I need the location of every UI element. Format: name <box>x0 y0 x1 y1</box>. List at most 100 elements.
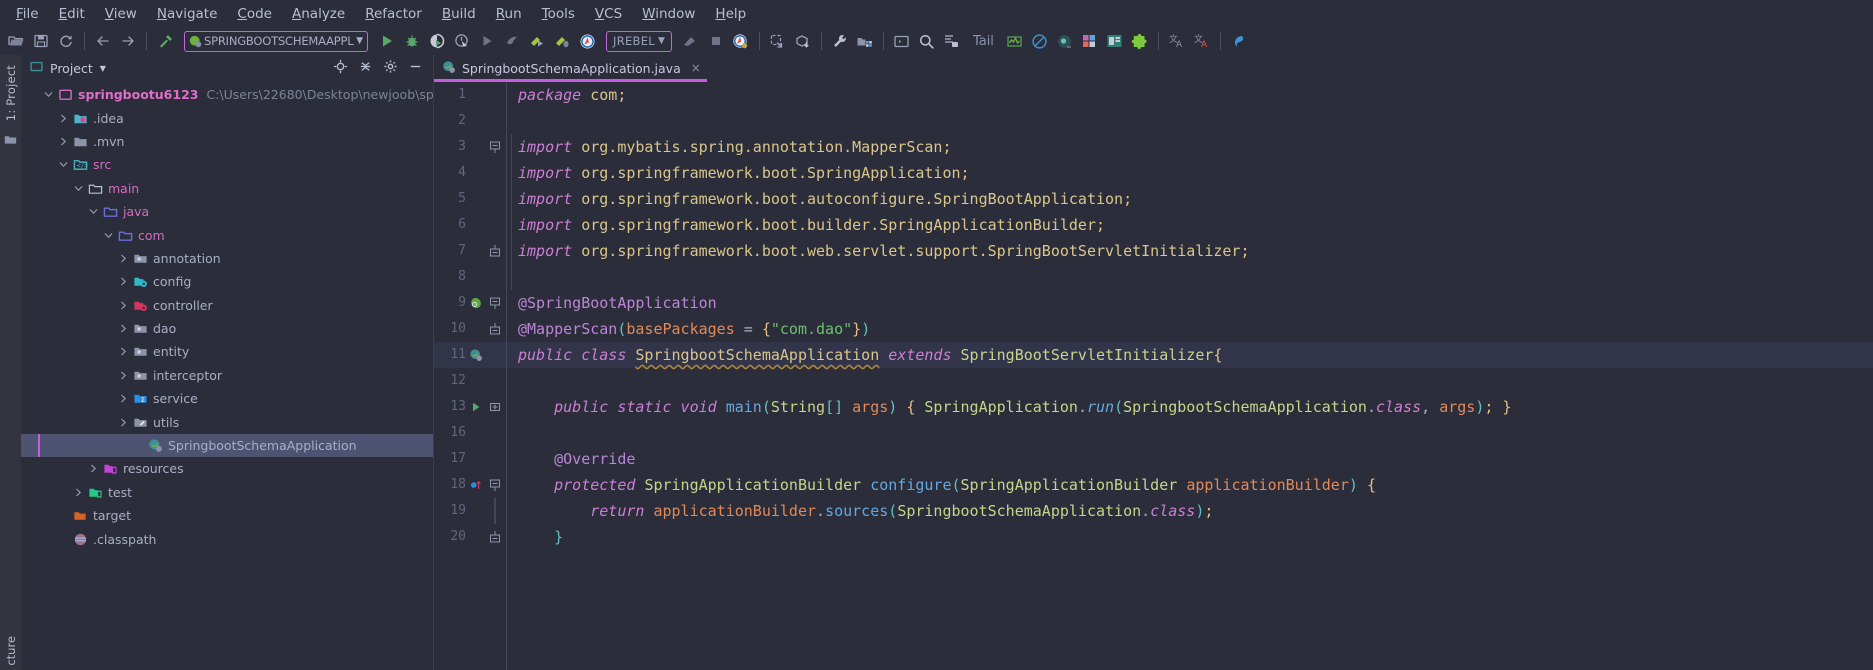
forward-arrow-icon[interactable] <box>116 29 140 53</box>
chevron-down-icon[interactable] <box>88 206 99 217</box>
project-tree[interactable]: springbootu6123 C:\Users\22680\Desktop\ne… <box>21 81 433 670</box>
translate-alt-icon[interactable]: 文A <box>1190 29 1214 53</box>
chevron-right-icon[interactable] <box>118 417 129 428</box>
chevron-right-icon[interactable] <box>118 393 129 404</box>
code-line[interactable]: import org.springframework.boot.web.serv… <box>506 238 1873 264</box>
hide-icon[interactable] <box>408 59 423 78</box>
gutter-line[interactable]: 9 <box>434 290 506 316</box>
tree-node-annotation[interactable]: annotation <box>21 247 433 270</box>
fold-toggle-icon[interactable] <box>488 140 502 154</box>
chevron-down-icon[interactable] <box>43 89 54 100</box>
tree-node--mvn[interactable]: .mvn <box>21 130 433 153</box>
tree-node-springbootschemaapplication[interactable]: SpringbootSchemaApplication <box>21 433 433 458</box>
editor-code[interactable]: package com; import org.mybatis.spring.an… <box>506 82 1873 670</box>
tree-node-config[interactable]: config <box>21 270 433 293</box>
tree-node-service[interactable]: Σservice <box>21 387 433 410</box>
diagram-icon[interactable] <box>1103 29 1127 53</box>
code-line[interactable]: @MapperScan(basePackages = {"com.dao"}) <box>506 316 1873 342</box>
tree-node-java[interactable]: java <box>21 200 433 223</box>
tail-label[interactable]: Tail <box>965 34 1002 49</box>
gutter-line[interactable]: 16 <box>434 420 506 446</box>
gear-icon[interactable] <box>383 59 398 78</box>
spring-run-gutter-icon[interactable] <box>466 348 486 362</box>
code-line[interactable]: protected SpringApplicationBuilder confi… <box>506 472 1873 498</box>
no-entry-icon[interactable] <box>1028 29 1052 53</box>
tree-node-springbootu6123[interactable]: springbootu6123 C:\Users\22680\Desktop\ne… <box>21 83 433 106</box>
tool-window-button-structure[interactable]: cture <box>4 636 18 666</box>
menu-item-tools[interactable]: Tools <box>532 3 585 25</box>
rerun-icon[interactable] <box>475 29 499 53</box>
tree-node-main[interactable]: main <box>21 177 433 200</box>
jrebel-run-icon[interactable] <box>525 29 549 53</box>
commit-icon[interactable] <box>791 29 815 53</box>
code-line[interactable]: public static void main(String[] args) {… <box>506 394 1873 420</box>
chart-icon[interactable] <box>1003 29 1027 53</box>
profile-icon[interactable] <box>450 29 474 53</box>
chevron-right-icon[interactable] <box>118 323 129 334</box>
menu-item-run[interactable]: Run <box>486 3 532 25</box>
project-structure-icon[interactable] <box>853 29 877 53</box>
gutter-line[interactable]: 18 <box>434 472 506 498</box>
gutter-line[interactable]: 2 <box>434 108 506 134</box>
tree-node-controller[interactable]: controller <box>21 294 433 317</box>
tool-window-button-project[interactable]: 1: Project <box>4 65 18 121</box>
chevron-right-icon[interactable] <box>118 300 129 311</box>
code-line[interactable] <box>506 420 1873 446</box>
tree-node-dao[interactable]: dao <box>21 317 433 340</box>
chevron-right-icon[interactable] <box>118 253 129 264</box>
menu-item-navigate[interactable]: Navigate <box>147 3 228 25</box>
jrebel-debug-icon[interactable] <box>550 29 574 53</box>
chevron-right-icon[interactable] <box>118 346 129 357</box>
code-editor[interactable]: 1 2 3 4 5 6 7 8 9 10 11 12 13 16 17 18 19 20 package com;… <box>434 82 1873 670</box>
fold-toggle-icon[interactable] <box>488 400 502 414</box>
tree-node--idea[interactable]: .idea <box>21 106 433 129</box>
gutter-line[interactable]: 3 <box>434 134 506 160</box>
chevron-right-icon[interactable] <box>118 276 129 287</box>
build-hammer-icon[interactable] <box>153 29 177 53</box>
menu-item-window[interactable]: Window <box>632 3 705 25</box>
code-line[interactable] <box>506 108 1873 134</box>
code-line[interactable]: package com; <box>506 82 1873 108</box>
menu-item-code[interactable]: Code <box>227 3 282 25</box>
jrebel-selector[interactable]: JREBEL ▼ <box>606 30 672 52</box>
menu-item-help[interactable]: Help <box>705 3 756 25</box>
menu-item-view[interactable]: View <box>95 3 147 25</box>
code-line[interactable]: import org.springframework.boot.autoconf… <box>506 186 1873 212</box>
menu-item-refactor[interactable]: Refactor <box>355 3 432 25</box>
code-line[interactable]: @SpringBootApplication <box>506 290 1873 316</box>
tree-node-entity[interactable]: entity <box>21 340 433 363</box>
tree-node-interceptor[interactable]: interceptor <box>21 364 433 387</box>
gutter-line[interactable]: 1 <box>434 82 506 108</box>
fold-toggle-icon[interactable] <box>488 296 502 310</box>
gutter-line[interactable]: 17 <box>434 446 506 472</box>
chevron-down-icon[interactable] <box>73 183 84 194</box>
run-gutter-icon[interactable] <box>466 401 486 413</box>
run-with-coverage-icon[interactable] <box>425 29 449 53</box>
gutter-line[interactable]: 4 <box>434 160 506 186</box>
chevron-right-icon[interactable] <box>58 113 69 124</box>
update-app-icon[interactable] <box>575 29 599 53</box>
jrebel-monitor-icon[interactable] <box>729 29 753 53</box>
save-all-icon[interactable] <box>29 29 53 53</box>
collapse-all-icon[interactable] <box>358 59 373 78</box>
menu-item-edit[interactable]: Edit <box>49 3 95 25</box>
gutter-line[interactable]: 5 <box>434 186 506 212</box>
menu-item-vcs[interactable]: VCS <box>585 3 632 25</box>
coverage-icon[interactable] <box>1053 29 1077 53</box>
code-line[interactable] <box>506 368 1873 394</box>
menu-item-analyze[interactable]: Analyze <box>282 3 355 25</box>
code-line[interactable]: public class SpringbootSchemaApplication… <box>506 342 1873 368</box>
fold-toggle-icon[interactable] <box>488 244 502 258</box>
gutter-line[interactable]: 12 <box>434 368 506 394</box>
chevron-right-icon[interactable] <box>118 370 129 381</box>
editor-gutter[interactable]: 1 2 3 4 5 6 7 8 9 10 11 12 13 16 17 18 19 20 <box>434 82 506 670</box>
menu-item-build[interactable]: Build <box>432 3 486 25</box>
editor-tab[interactable]: SpringbootSchemaApplication.java × <box>434 57 707 82</box>
gutter-line[interactable]: 8 <box>434 264 506 290</box>
gutter-line[interactable]: 10 <box>434 316 506 342</box>
close-icon[interactable]: × <box>691 61 701 75</box>
terminal-icon[interactable] <box>890 29 914 53</box>
gutter-line[interactable]: 11 <box>434 342 506 368</box>
gutter-line[interactable]: 6 <box>434 212 506 238</box>
spring-bean-gutter-icon[interactable] <box>466 296 486 310</box>
